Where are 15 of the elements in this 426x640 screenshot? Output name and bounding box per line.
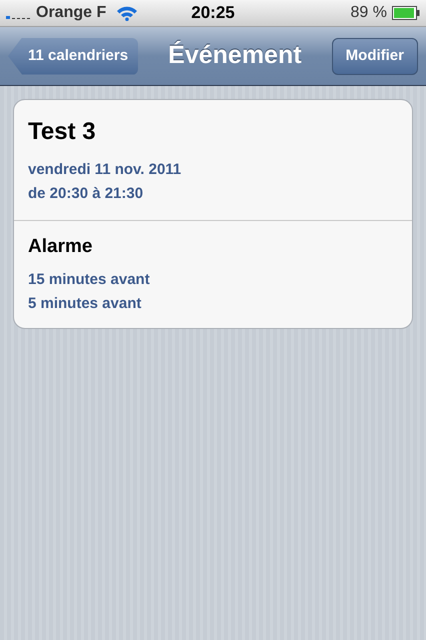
wifi-icon (116, 5, 138, 21)
signal-icon (6, 14, 32, 20)
clock-time: 20:25 (191, 2, 235, 24)
carrier-name: Orange F (36, 3, 106, 23)
edit-button[interactable]: Modifier (332, 38, 418, 74)
alarm-time-text: 5 minutes avant (28, 294, 142, 314)
alarm-time-text: 15 minutes avant (28, 270, 151, 290)
battery-icon (392, 6, 420, 20)
event-date-text: vendredi 11 nov. 2011 (28, 160, 182, 180)
back-button[interactable]: 11 calendriers (8, 38, 138, 74)
event-title: Test 3 (28, 117, 97, 147)
alarm-label: Alarme (28, 235, 94, 259)
event-date-text: de 20:30 à 21:30 (28, 184, 144, 204)
battery-percentage: 89 % (350, 3, 387, 23)
screen-title: Événement (167, 40, 303, 72)
